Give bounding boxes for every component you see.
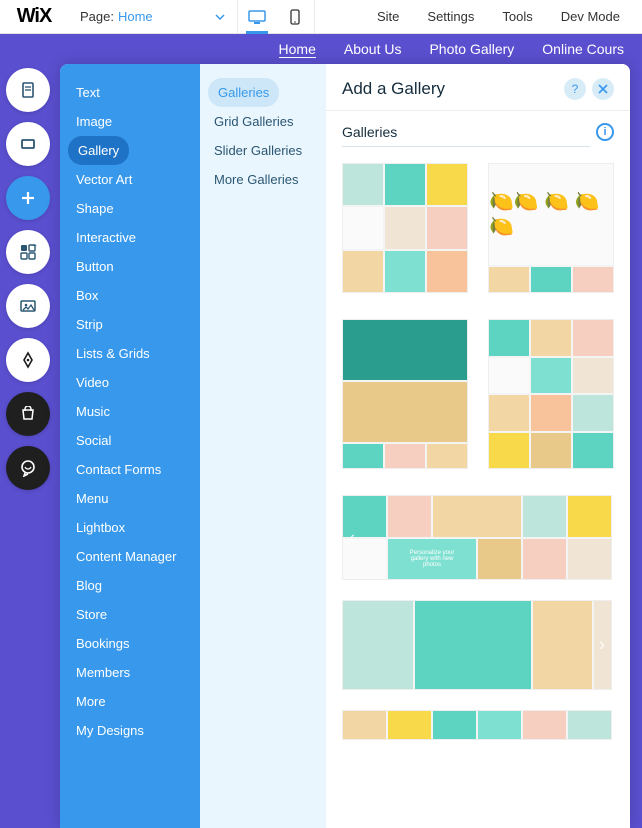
cat-gallery[interactable]: Gallery	[68, 136, 129, 165]
gallery-template-2[interactable]: 🍋🍋 🍋 🍋🍋	[488, 163, 614, 293]
cat-strip[interactable]: Strip	[60, 310, 200, 339]
apps-icon[interactable]: +	[6, 230, 50, 274]
site-nav: Home About Us Photo Gallery Online Cours	[0, 34, 642, 64]
help-button[interactable]: ?	[564, 78, 586, 100]
desktop-view-button[interactable]	[238, 0, 276, 33]
gallery-template-3[interactable]	[342, 319, 468, 469]
gallery-template-6[interactable]: ›	[342, 600, 612, 690]
section-label: Galleries	[342, 124, 590, 147]
cat-button[interactable]: Button	[60, 252, 200, 281]
topmenu-site[interactable]: Site	[377, 9, 399, 24]
cat-vectorart[interactable]: Vector Art	[60, 165, 200, 194]
add-panel: Text Image Gallery Vector Art Shape Inte…	[60, 64, 630, 828]
cat-contentmanager[interactable]: Content Manager	[60, 542, 200, 571]
sub-slider[interactable]: Slider Galleries	[200, 136, 326, 165]
chat-icon[interactable]	[6, 446, 50, 490]
cat-mydesigns[interactable]: My Designs	[60, 716, 200, 745]
site-nav-about[interactable]: About Us	[344, 41, 402, 57]
svg-text:+: +	[33, 243, 37, 250]
panel-title: Add a Gallery	[342, 79, 558, 99]
next-arrow-icon[interactable]: ›	[599, 635, 605, 656]
wix-logo: WiX	[0, 5, 68, 28]
cat-image[interactable]: Image	[60, 107, 200, 136]
cat-blog[interactable]: Blog	[60, 571, 200, 600]
sub-grid[interactable]: Grid Galleries	[200, 107, 326, 136]
subcategory-list: Galleries Grid Galleries Slider Gallerie…	[200, 64, 326, 828]
cat-more[interactable]: More	[60, 687, 200, 716]
topmenu-settings[interactable]: Settings	[427, 9, 474, 24]
close-button[interactable]	[592, 78, 614, 100]
chevron-down-icon	[215, 14, 225, 20]
page-label: Page:	[80, 9, 114, 24]
cat-lightbox[interactable]: Lightbox	[60, 513, 200, 542]
cat-music[interactable]: Music	[60, 397, 200, 426]
cat-contactforms[interactable]: Contact Forms	[60, 455, 200, 484]
gallery-templates: 🍋🍋 🍋 🍋🍋	[326, 153, 630, 828]
page-icon[interactable]	[6, 68, 50, 112]
cat-video[interactable]: Video	[60, 368, 200, 397]
gallery-template-7[interactable]	[342, 710, 612, 740]
cat-box[interactable]: Box	[60, 281, 200, 310]
sub-galleries[interactable]: Galleries	[208, 78, 279, 107]
topmenu-tools[interactable]: Tools	[502, 9, 532, 24]
prev-arrow-icon[interactable]: ‹	[349, 527, 355, 548]
cat-interactive[interactable]: Interactive	[60, 223, 200, 252]
info-icon[interactable]: i	[596, 123, 614, 141]
site-nav-home[interactable]: Home	[279, 41, 316, 58]
cat-text[interactable]: Text	[60, 78, 200, 107]
section-icon[interactable]	[6, 122, 50, 166]
cat-members[interactable]: Members	[60, 658, 200, 687]
page-name: Home	[118, 9, 153, 24]
cat-bookings[interactable]: Bookings	[60, 629, 200, 658]
cat-lists[interactable]: Lists & Grids	[60, 339, 200, 368]
site-nav-courses[interactable]: Online Cours	[542, 41, 624, 57]
media-icon[interactable]	[6, 284, 50, 328]
gallery-template-5[interactable]: Personalize yourgallery with newphotos ‹	[342, 495, 612, 580]
topmenu-devmode[interactable]: Dev Mode	[561, 9, 620, 24]
gallery-template-1[interactable]	[342, 163, 468, 293]
cat-menu[interactable]: Menu	[60, 484, 200, 513]
store-icon[interactable]	[6, 392, 50, 436]
add-icon[interactable]	[6, 176, 50, 220]
site-nav-gallery[interactable]: Photo Gallery	[429, 41, 514, 57]
category-list: Text Image Gallery Vector Art Shape Inte…	[60, 64, 200, 828]
cat-social[interactable]: Social	[60, 426, 200, 455]
mobile-view-button[interactable]	[276, 0, 314, 33]
sub-more[interactable]: More Galleries	[200, 165, 326, 194]
cat-store[interactable]: Store	[60, 600, 200, 629]
cat-shape[interactable]: Shape	[60, 194, 200, 223]
gallery-template-4[interactable]	[488, 319, 614, 469]
pen-icon[interactable]	[6, 338, 50, 382]
page-selector[interactable]: Page: Home	[68, 0, 238, 33]
